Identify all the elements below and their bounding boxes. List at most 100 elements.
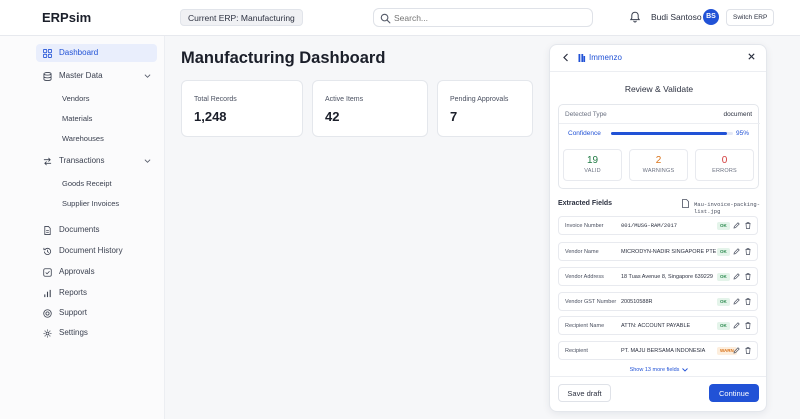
sidebar-item-dashboard[interactable]: Dashboard [36,44,157,62]
sidebar-item-vendors[interactable]: Vendors [62,93,90,105]
field-value[interactable]: PT. MAJU BERSAMA INDONESIA [621,348,705,354]
card-value: 1,248 [194,109,227,124]
divider [550,71,766,72]
field-value[interactable]: MICRODYN-NADIR SINGAPORE PTE LTD [621,249,728,255]
swap-arrows-icon [43,157,52,166]
sidebar-item-document-history[interactable]: Document History [36,242,157,260]
confidence-label: Confidence [568,130,601,137]
trash-icon[interactable] [745,222,751,229]
stat-caption: ERRORS [712,168,737,174]
close-icon[interactable] [748,53,755,60]
sidebar-item-transactions[interactable]: Transactions [36,152,157,170]
field-value[interactable]: 001/MUSG-RAM/2017 [621,222,677,229]
sidebar-item-master-data[interactable]: Master Data [36,67,157,85]
sidebar-item-documents[interactable]: Documents [36,221,157,239]
sidebar-item-label: Settings [59,328,88,337]
support-icon [43,309,52,318]
trash-icon[interactable] [745,347,751,354]
card-label: Active Items [325,96,364,103]
sidebar-item-supplier-invoices[interactable]: Supplier Invoices [62,198,119,210]
divider [550,376,766,377]
bar-chart-icon [44,289,51,298]
document-icon [44,226,51,235]
field-status-badge: OK [717,248,730,256]
sidebar-item-goods-receipt[interactable]: Goods Receipt [62,178,112,190]
search-input[interactable] [394,11,584,25]
trash-icon[interactable] [745,298,751,305]
extracted-field-row[interactable]: Recipient PT. MAJU BERSAMA INDONESIA WARN [558,341,758,360]
show-more-fields-link[interactable]: Show 13 more fields [550,367,766,373]
switch-erp-button[interactable]: Switch ERP [726,9,775,26]
sidebar-item-label: Support [59,308,88,317]
extracted-field-row[interactable]: Invoice Number 001/MUSG-RAM/2017 OK [558,216,758,235]
top-bar: ERPsim Current ERP: Manufacturing Budi S… [0,0,800,36]
stat-number: 19 [586,155,599,166]
trash-icon[interactable] [745,248,751,255]
field-label: Recipient [565,348,588,354]
sidebar-item-support[interactable]: Support [36,304,157,322]
extracted-field-row[interactable]: Vendor GST Number 200510588R OK [558,292,758,311]
field-status-badge: OK [717,222,730,230]
extracted-field-row[interactable]: Vendor Name MICRODYN-NADIR SINGAPORE PTE … [558,242,758,261]
sidebar-item-label: Documents [59,225,100,234]
field-value[interactable]: 18 Tuas Avenue 8, Singapore 639229 [621,274,713,280]
edit-pencil-icon[interactable] [733,248,740,255]
trash-icon[interactable] [745,273,751,280]
extracted-field-row[interactable]: Recipient Name ATTN: ACCOUNT PAYABLE OK [558,316,758,335]
back-arrow-icon[interactable] [562,53,570,62]
avatar[interactable]: BS [703,9,719,25]
continue-button[interactable]: Continue [709,384,759,402]
notification-bell-icon[interactable] [629,11,641,23]
edit-pencil-icon[interactable] [733,298,740,305]
stat-caption: VALID [584,168,601,174]
card-value: 7 [450,109,458,124]
detection-summary: Detected Type document Confidence 95% 19… [558,104,760,189]
sidebar-item-label: Document History [59,246,123,255]
edit-pencil-icon[interactable] [733,322,740,329]
app-logo[interactable]: ERPsim [42,10,91,25]
stat-number: 0 [721,155,728,166]
sidebar-item-label: Approvals [59,267,95,276]
stat-card-total-records: Total Records 1,248 [181,80,303,137]
edit-pencil-icon[interactable] [733,273,740,280]
sidebar-item-reports[interactable]: Reports [36,284,157,302]
edit-pencil-icon[interactable] [733,222,740,229]
sidebar: Dashboard Master Data Vendors Materials … [0,36,165,419]
stat-card-active-items: Active Items 42 [312,80,428,137]
trash-icon[interactable] [745,322,751,329]
show-more-label: Show 13 more fields [629,367,680,373]
sidebar-item-settings[interactable]: Settings [36,324,157,342]
field-label: Vendor Name [565,249,599,255]
field-label: Vendor GST Number [565,299,617,305]
field-status-badge: OK [717,298,730,306]
field-label: Recipient Name [565,323,605,329]
source-file-name[interactable]: Mau-invoice-packing-list.jpg [694,201,766,215]
review-panel: Immenzo Review & Validate Detected Type … [549,44,767,412]
card-label: Pending Approvals [450,96,509,103]
sidebar-item-approvals[interactable]: Approvals [36,263,157,281]
sidebar-item-label: Transactions [59,156,105,165]
stat-warnings: 2 WARNINGS [629,149,688,181]
edit-pencil-icon[interactable] [733,347,740,354]
field-value[interactable]: ATTN: ACCOUNT PAYABLE [621,323,690,329]
confidence-bar [611,132,733,135]
stat-number: 2 [655,155,662,166]
immenzo-logo-icon [578,54,586,62]
detected-type-value: document [723,111,752,118]
sidebar-item-materials[interactable]: Materials [62,113,92,125]
stat-card-pending-approvals: Pending Approvals 7 [437,80,533,137]
sidebar-item-label: Dashboard [59,48,99,57]
search-icon [380,13,391,24]
chevron-down-icon [144,159,151,163]
page-title: Manufacturing Dashboard [181,49,386,67]
file-icon [682,199,689,208]
sidebar-item-label: Reports [59,288,88,297]
sidebar-item-warehouses[interactable]: Warehouses [62,133,104,145]
gear-icon [43,329,52,338]
stat-valid: 19 VALID [563,149,622,181]
extracted-field-row[interactable]: Vendor Address 18 Tuas Avenue 8, Singapor… [558,267,758,286]
save-draft-button[interactable]: Save draft [558,384,611,402]
search-box[interactable] [373,8,593,27]
sidebar-item-label: Master Data [59,71,103,80]
field-value[interactable]: 200510588R [621,299,653,305]
